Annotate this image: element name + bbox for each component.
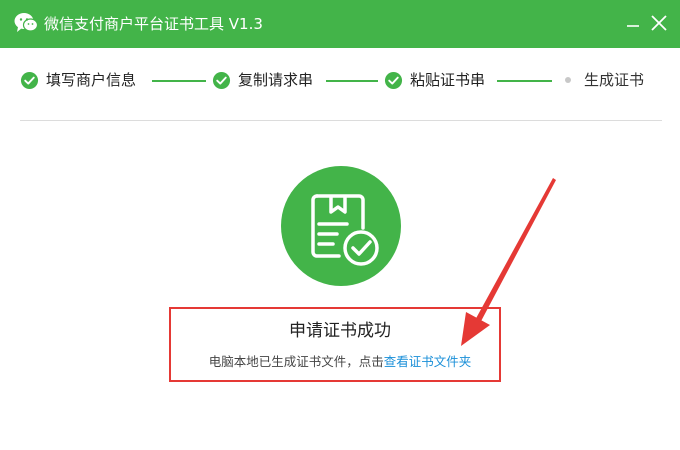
app-window: 微信支付商户平台证书工具 V1.3 填写商户信息 复制请求串 粘贴证书串 生成证… xyxy=(0,0,680,450)
check-circle-icon xyxy=(212,71,231,90)
dot-icon xyxy=(565,77,571,83)
check-circle-icon xyxy=(20,71,39,90)
wechat-logo-icon xyxy=(14,13,38,32)
step-connector xyxy=(152,80,206,82)
step-2-label: 复制请求串 xyxy=(238,71,314,89)
step-connector xyxy=(326,80,378,82)
title-bar[interactable]: 微信支付商户平台证书工具 V1.3 xyxy=(0,0,680,48)
step-indicator: 填写商户信息 复制请求串 粘贴证书串 生成证书 xyxy=(0,48,680,118)
step-1-label: 填写商户信息 xyxy=(46,71,137,89)
step-3-label: 粘贴证书串 xyxy=(410,71,486,89)
annotation-highlight-box xyxy=(169,307,501,382)
divider xyxy=(20,120,662,121)
window-title: 微信支付商户平台证书工具 V1.3 xyxy=(44,15,263,33)
check-circle-icon xyxy=(384,71,403,90)
step-4-label: 生成证书 xyxy=(584,71,645,89)
certificate-check-icon xyxy=(281,166,401,286)
close-icon[interactable] xyxy=(648,12,670,34)
step-connector xyxy=(497,80,552,82)
minimize-icon[interactable] xyxy=(622,12,644,34)
